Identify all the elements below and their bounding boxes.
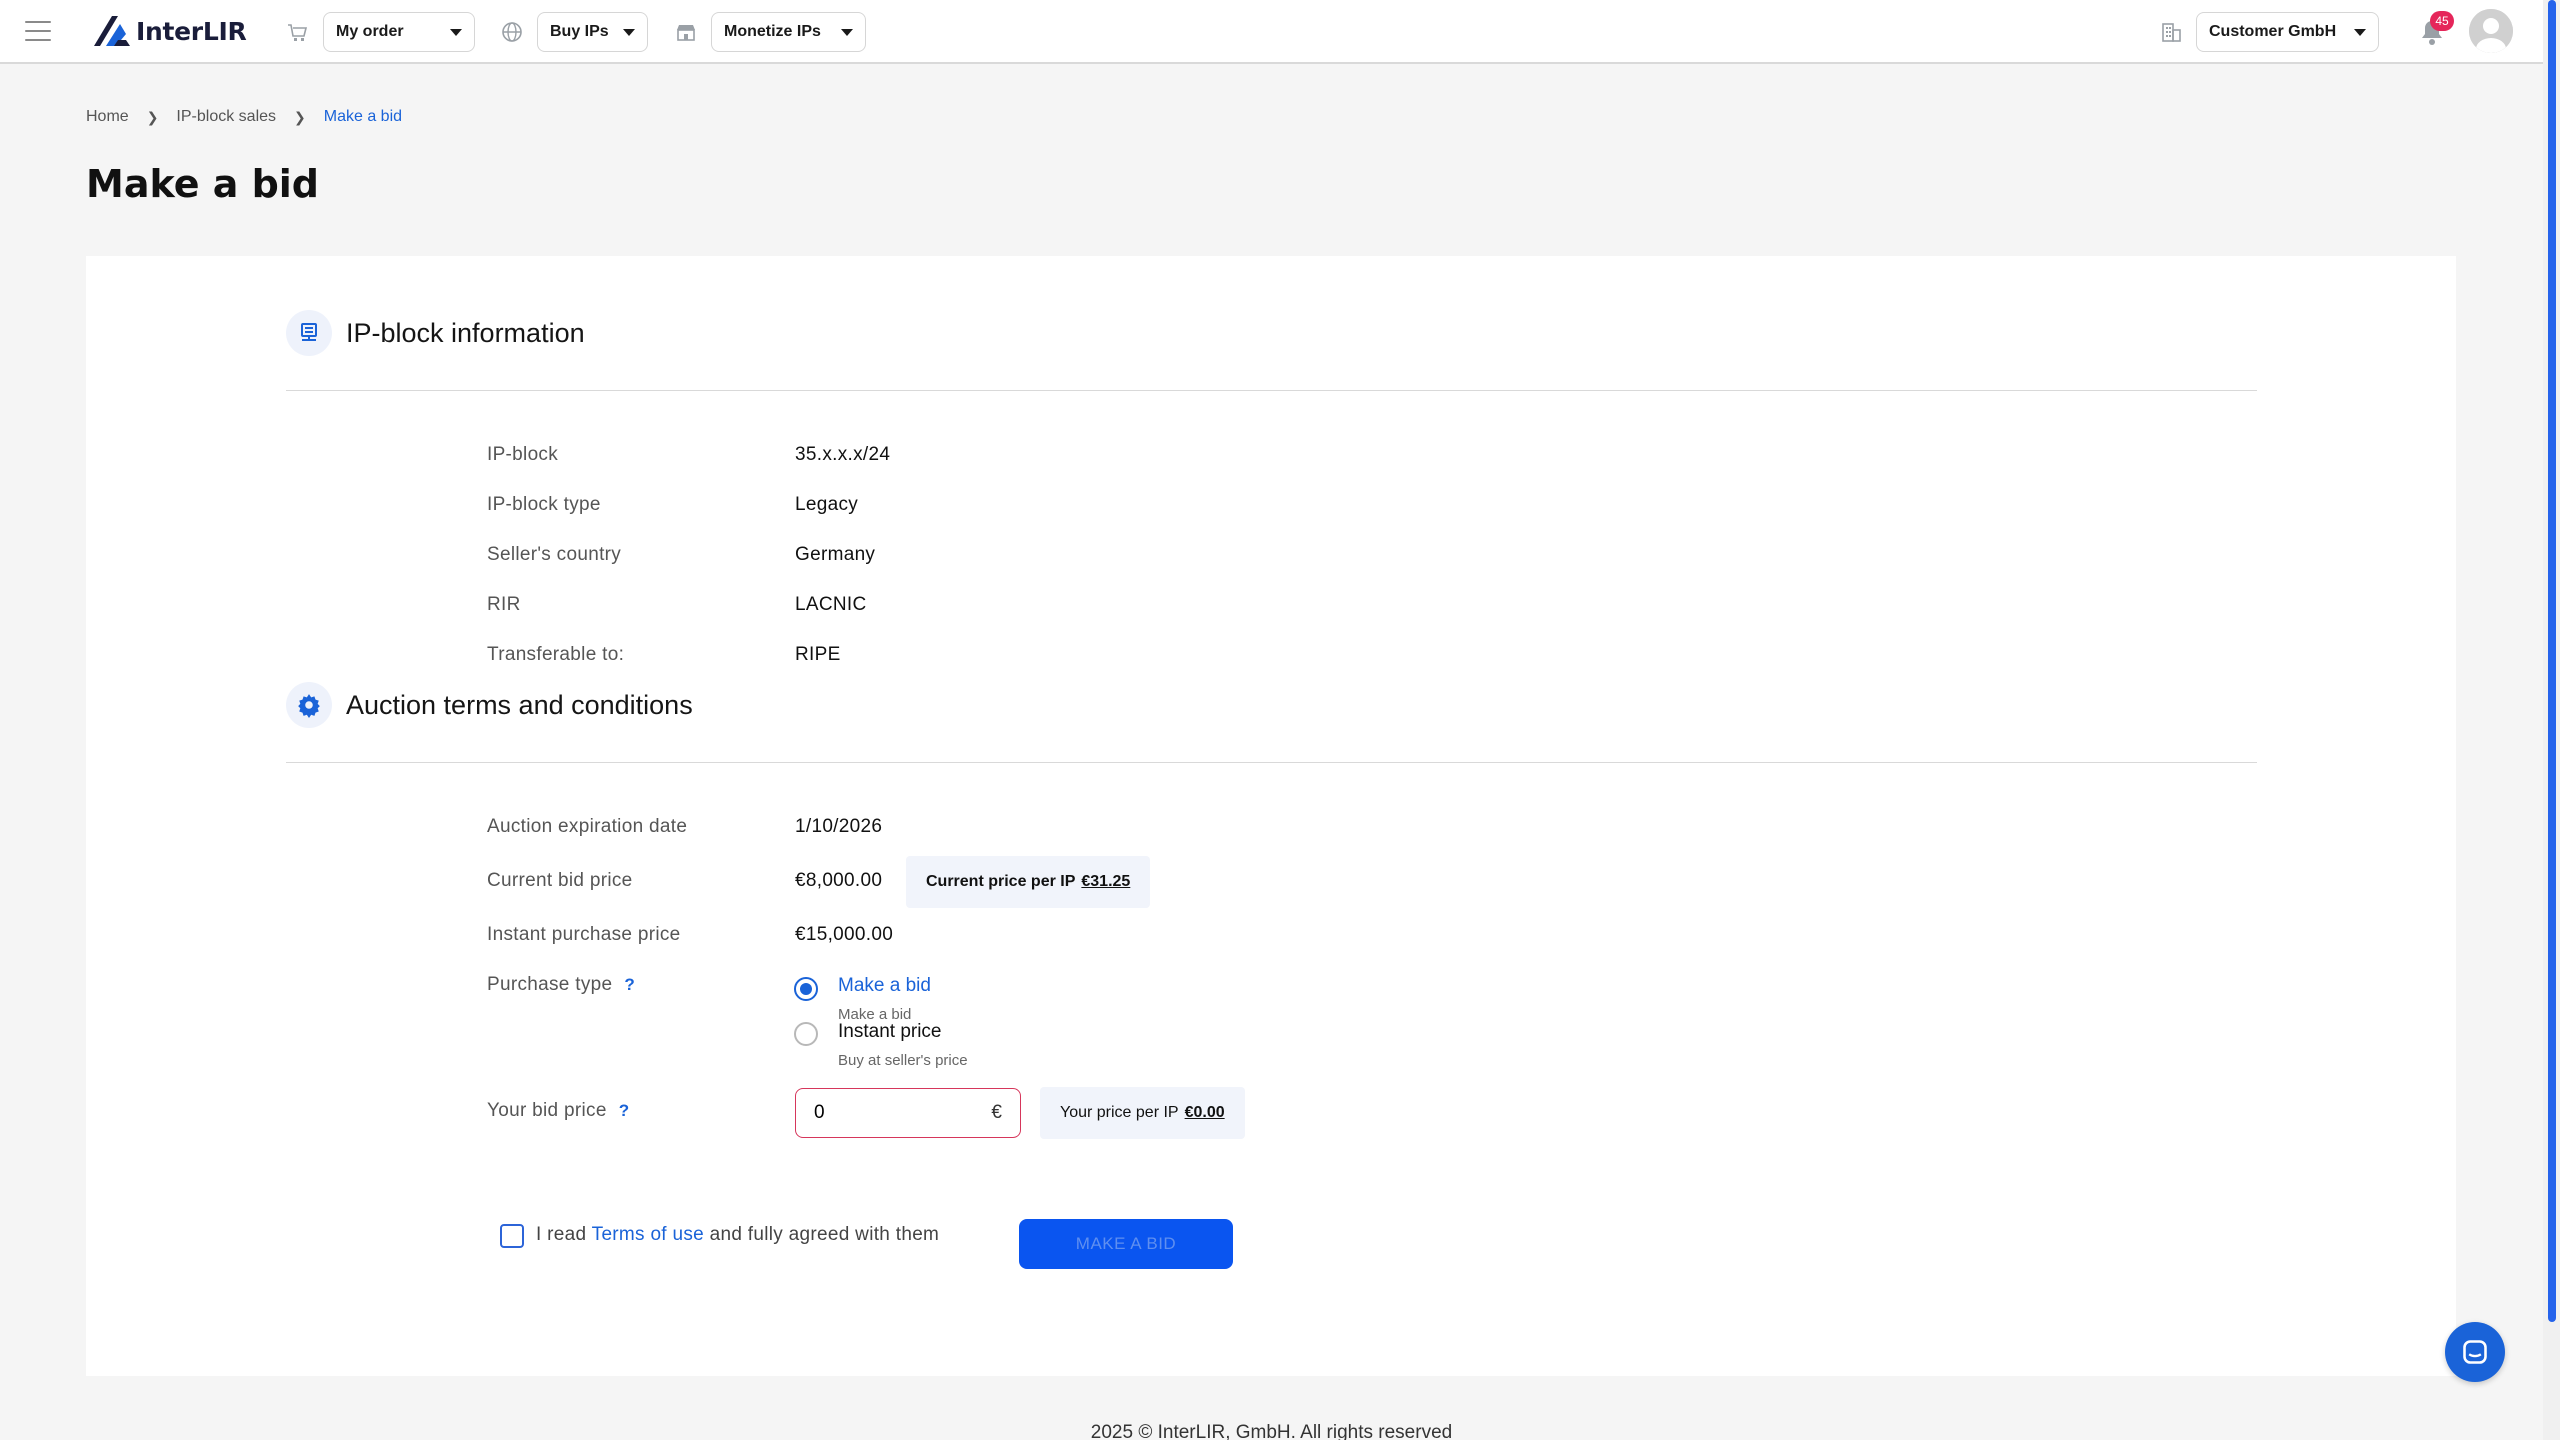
chevron-down-icon (450, 28, 462, 36)
ip-block-label: IP-block (487, 444, 559, 465)
expiration-label: Auction expiration date (487, 816, 688, 837)
breadcrumb-current: Make a bid (323, 108, 403, 125)
help-icon[interactable]: ? (619, 1101, 630, 1121)
top-bar: InterLIR My order Buy IPs Monetize IPs C… (0, 0, 2543, 64)
ip-block-value: 35.x.x.x/24 (795, 444, 891, 465)
your-bid-label-row: Your bid price? (487, 1100, 629, 1122)
option-instant-title[interactable]: Instant price (838, 1021, 942, 1043)
terms-checkbox[interactable] (500, 1224, 524, 1248)
instant-price-label: Instant purchase price (487, 924, 681, 945)
company-dropdown[interactable]: Customer GmbH (2196, 12, 2379, 52)
seller-country-label: Seller's country (487, 544, 622, 565)
chat-icon (2463, 1340, 2487, 1364)
bid-price-input[interactable] (814, 1102, 964, 1124)
seller-country-value: Germany (795, 544, 876, 565)
divider (286, 390, 2257, 391)
current-price-per-ip-tip: Current price per IP €31.25 (906, 856, 1151, 908)
breadcrumb-home[interactable]: Home (86, 108, 129, 126)
make-bid-button[interactable]: MAKE A BID (1019, 1219, 1233, 1269)
page-title: Make a bid (86, 162, 320, 206)
chevron-right-icon: ❯ (146, 108, 159, 125)
building-icon (2159, 20, 2183, 44)
radio-make-bid[interactable] (794, 977, 818, 1001)
scrollbar-thumb[interactable] (2548, 0, 2556, 1322)
user-icon (2469, 9, 2513, 53)
gear-icon (286, 682, 332, 728)
logo-text: InterLIR (136, 16, 247, 46)
globe-icon (500, 20, 524, 44)
rir-label: RIR (487, 594, 521, 615)
logo[interactable]: InterLIR (92, 14, 247, 48)
help-icon[interactable]: ? (624, 975, 635, 995)
rir-value: LACNIC (795, 594, 867, 615)
current-price-per-ip-label: Current price per IP (926, 873, 1076, 890)
option-instant-sub: Buy at seller's price (838, 1052, 968, 1069)
your-price-per-ip-value: €0.00 (1184, 1104, 1225, 1121)
footer-copyright: 2025 © InterLIR, GmbH. All rights reserv… (1090, 1422, 1453, 1440)
chevron-right-icon: ❯ (294, 108, 306, 125)
monetize-ips-dropdown[interactable]: Monetize IPs (711, 12, 866, 52)
current-bid-label: Current bid price (487, 870, 633, 891)
monetize-ips-label: Monetize IPs (724, 23, 821, 40)
buy-ips-dropdown[interactable]: Buy IPs (537, 12, 648, 52)
transferable-label: Transferable to: (487, 644, 625, 665)
expiration-value: 1/10/2026 (795, 816, 883, 837)
your-price-per-ip-tip: Your price per IP €0.00 (1040, 1087, 1245, 1139)
cart-icon (285, 20, 309, 44)
chevron-down-icon (623, 28, 635, 36)
your-price-per-ip-label: Your price per IP (1060, 1104, 1179, 1121)
ip-block-section-header: IP-block information (286, 310, 585, 356)
transferable-value: RIPE (795, 644, 841, 665)
divider (286, 762, 2257, 763)
server-icon (286, 310, 332, 356)
chevron-down-icon (2354, 28, 2366, 36)
bid-price-field[interactable]: € (795, 1088, 1021, 1138)
purchase-type-label-row: Purchase type? (487, 974, 635, 996)
ip-block-type-label: IP-block type (487, 494, 601, 515)
breadcrumb: Home ❯ IP-block sales ❯ Make a bid (86, 108, 402, 126)
terms-text: I read Terms of use and fully agreed wit… (536, 1224, 939, 1246)
ip-block-section-title: IP-block information (346, 317, 585, 348)
option-make-bid-title[interactable]: Make a bid (838, 975, 931, 997)
breadcrumb-ip-block-sales[interactable]: IP-block sales (176, 108, 276, 126)
terms-suffix: and fully agreed with them (709, 1224, 940, 1245)
ip-block-type-value: Legacy (795, 494, 859, 515)
buy-ips-label: Buy IPs (550, 23, 609, 40)
my-order-dropdown[interactable]: My order (323, 12, 475, 52)
terms-prefix: I read (536, 1224, 587, 1245)
interlir-logo-icon (94, 16, 130, 46)
terms-of-use-link[interactable]: Terms of use (592, 1224, 704, 1245)
my-order-label: My order (336, 23, 404, 40)
company-label: Customer GmbH (2209, 23, 2337, 40)
chevron-down-icon (841, 28, 853, 36)
current-bid-value: €8,000.00 (795, 870, 883, 891)
chat-button[interactable] (2445, 1322, 2505, 1382)
avatar[interactable] (2469, 9, 2513, 53)
auction-section-header: Auction terms and conditions (286, 682, 693, 728)
menu-icon[interactable] (25, 21, 51, 43)
purchase-type-label: Purchase type (487, 974, 613, 995)
instant-price-value: €15,000.00 (795, 924, 894, 945)
auction-section-title: Auction terms and conditions (346, 689, 693, 720)
current-price-per-ip-value: €31.25 (1081, 873, 1131, 890)
your-bid-label: Your bid price (487, 1100, 607, 1121)
currency-symbol: € (991, 1102, 1002, 1123)
radio-instant-price[interactable] (794, 1022, 818, 1046)
bid-card: IP-block information IP-block 35.x.x.x/2… (86, 256, 2456, 1376)
store-icon (674, 20, 698, 44)
notification-badge: 45 (2430, 11, 2454, 31)
